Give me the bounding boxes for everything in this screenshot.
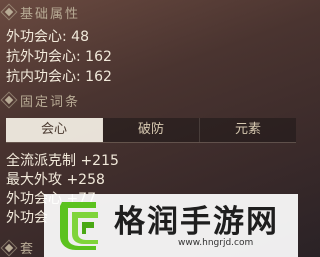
- tab-armor-break[interactable]: 破防: [103, 118, 200, 142]
- diamond-bullet-icon: [4, 243, 14, 252]
- diamond-bullet-icon: [4, 95, 14, 105]
- watermark-url[interactable]: www.hngrjd.com: [178, 238, 253, 248]
- stat-line: 抗外功会心: 162: [6, 49, 112, 65]
- item-tooltip-panel: 基础属性 外功会心: 48 抗外功会心: 162 抗内功会心: 162 固定词条…: [0, 0, 298, 257]
- section-title: 固定词条: [20, 94, 81, 110]
- affix-line: 外功会: [6, 210, 48, 226]
- affix-tabs: 会心 破防 元素: [6, 118, 296, 143]
- affix-line: 全流派克制 +215: [6, 153, 119, 169]
- stat-line: 抗内功会心: 162: [6, 69, 112, 85]
- tab-element[interactable]: 元素: [200, 118, 296, 142]
- watermark-title: 格润手游网: [114, 204, 279, 240]
- section-title: 套: [20, 242, 34, 257]
- stat-line: 外功会心: 48: [6, 29, 89, 45]
- affix-line: 最大外攻 +258: [6, 172, 105, 188]
- site-watermark: 格润手游网 www.hngrjd.com: [44, 194, 298, 257]
- tab-crit[interactable]: 会心: [6, 118, 103, 142]
- leaf-logo-icon: [60, 202, 98, 250]
- section-header-basic: 基础属性: [4, 2, 81, 22]
- section-header-fixed: 固定词条: [4, 90, 81, 110]
- section-title: 基础属性: [20, 6, 81, 22]
- diamond-bullet-icon: [4, 7, 14, 17]
- section-header-set: 套: [4, 238, 34, 257]
